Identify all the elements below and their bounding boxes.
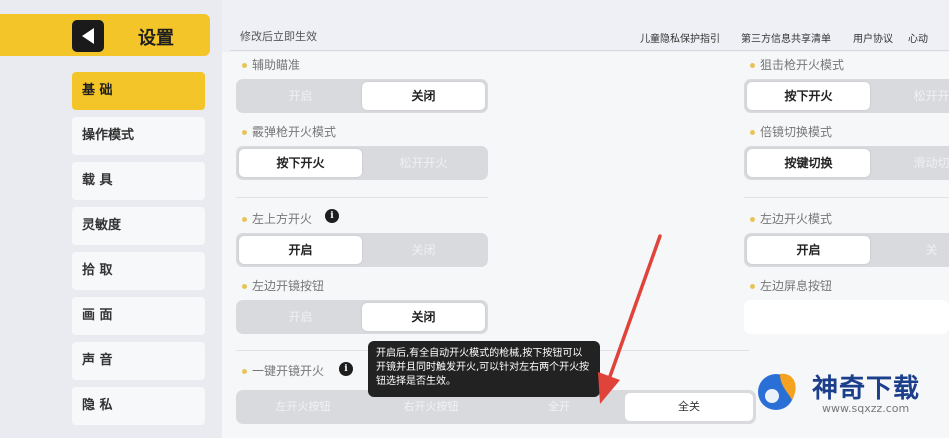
divider bbox=[236, 197, 488, 198]
watermark-title: 神奇下载 bbox=[812, 374, 921, 404]
sidebar-item-graphics[interactable]: 画 面 bbox=[72, 297, 205, 335]
left-top-fire-label: 左上方开火 bbox=[242, 210, 312, 227]
aim-assist-on[interactable]: 开启 bbox=[239, 82, 362, 110]
sniper-fire-label: 狙击枪开火模式 bbox=[750, 56, 844, 73]
watermark-url: www.sqxzz.com bbox=[822, 402, 910, 415]
left-top-fire-label-text: 左上方开火 bbox=[252, 212, 313, 226]
label-dot bbox=[242, 369, 247, 374]
red-arrow-annotation bbox=[598, 234, 662, 404]
sidebar-item-sound[interactable]: 声 音 bbox=[72, 342, 205, 380]
info-icon[interactable]: i bbox=[325, 209, 339, 223]
xd-link[interactable]: 心动 bbox=[908, 30, 928, 45]
info-icon[interactable]: i bbox=[339, 362, 353, 376]
left-hold-breath-label: 左边屏息按钮 bbox=[750, 277, 832, 294]
sniper-release-fire[interactable]: 松开开 bbox=[870, 82, 949, 110]
left-hold-breath-toggle[interactable] bbox=[744, 300, 949, 334]
aim-assist-off[interactable]: 关闭 bbox=[362, 82, 485, 110]
sniper-press-fire[interactable]: 按下开火 bbox=[747, 82, 870, 110]
label-dot bbox=[750, 284, 755, 289]
shotgun-press-fire[interactable]: 按下开火 bbox=[239, 149, 362, 177]
scope-switch-label: 倍镜切换模式 bbox=[750, 123, 832, 140]
user-agreement-link[interactable]: 用户协议 bbox=[853, 30, 893, 45]
sidebar-item-operation-mode[interactable]: 操作模式 bbox=[72, 117, 205, 155]
label-dot bbox=[750, 217, 755, 222]
left-scope-button-toggle: 开启 关闭 bbox=[236, 300, 488, 334]
left-scope-button-label: 左边开镜按钮 bbox=[242, 277, 324, 294]
shotgun-fire-label: 霰弹枪开火模式 bbox=[242, 123, 336, 140]
one-key-scope-fire-label: 一键开镜开火 bbox=[242, 362, 324, 379]
label-dot bbox=[242, 217, 247, 222]
left-scope-button-off[interactable]: 关闭 bbox=[362, 303, 485, 331]
left-hold-breath-label-text: 左边屏息按钮 bbox=[760, 279, 833, 293]
header-divider bbox=[230, 50, 949, 51]
watermark-logo-icon bbox=[758, 373, 796, 410]
label-dot bbox=[242, 130, 247, 135]
aim-assist-label-text: 辅助瞄准 bbox=[252, 58, 301, 72]
scope-switch-slide[interactable]: 滑动切 bbox=[870, 149, 949, 177]
left-fire-mode-on[interactable]: 开启 bbox=[747, 236, 870, 264]
aim-assist-toggle: 开启 关闭 bbox=[236, 79, 488, 113]
back-button[interactable] bbox=[72, 20, 104, 52]
shotgun-fire-toggle: 按下开火 松开开火 bbox=[236, 146, 488, 180]
sidebar-item-pickup[interactable]: 拾 取 bbox=[72, 252, 205, 290]
one-key-right-fire[interactable]: 右开火按钮 bbox=[367, 393, 495, 421]
scope-switch-label-text: 倍镜切换模式 bbox=[760, 125, 833, 139]
third-party-list-link[interactable]: 第三方信息共享清单 bbox=[741, 30, 831, 45]
left-fire-mode-toggle: 开启 关 bbox=[744, 233, 949, 267]
left-top-fire-off[interactable]: 关闭 bbox=[362, 236, 485, 264]
scope-switch-toggle: 按键切换 滑动切 bbox=[744, 146, 949, 180]
sniper-fire-toggle: 按下开火 松开开 bbox=[744, 79, 949, 113]
label-dot bbox=[242, 63, 247, 68]
left-fire-mode-off[interactable]: 关 bbox=[870, 236, 949, 264]
left-top-fire-on[interactable]: 开启 bbox=[239, 236, 362, 264]
one-key-left-fire[interactable]: 左开火按钮 bbox=[239, 393, 367, 421]
sidebar-item-sensitivity[interactable]: 灵敏度 bbox=[72, 207, 205, 245]
shotgun-release-fire[interactable]: 松开开火 bbox=[362, 149, 485, 177]
left-fire-mode-label-text: 左边开火模式 bbox=[760, 212, 833, 226]
sidebar-item-privacy[interactable]: 隐 私 bbox=[72, 387, 205, 425]
label-dot bbox=[750, 63, 755, 68]
apply-notice: 修改后立即生效 bbox=[240, 30, 317, 43]
divider bbox=[744, 197, 949, 198]
sidebar-item-vehicle[interactable]: 载 具 bbox=[72, 162, 205, 200]
page-title: 设置 bbox=[138, 28, 174, 49]
label-dot bbox=[750, 130, 755, 135]
left-fire-mode-label: 左边开火模式 bbox=[750, 210, 832, 227]
sidebar-item-basic[interactable]: 基 础 bbox=[72, 72, 205, 110]
left-scope-button-on[interactable]: 开启 bbox=[239, 303, 362, 331]
left-top-fire-toggle: 开启 关闭 bbox=[236, 233, 488, 267]
child-privacy-link[interactable]: 儿童隐私保护指引 bbox=[640, 30, 720, 45]
left-scope-button-label-text: 左边开镜按钮 bbox=[252, 279, 325, 293]
label-dot bbox=[242, 284, 247, 289]
shotgun-fire-label-text: 霰弹枪开火模式 bbox=[252, 125, 337, 139]
settings-title-bar bbox=[0, 14, 210, 56]
aim-assist-label: 辅助瞄准 bbox=[242, 56, 300, 73]
scope-switch-button[interactable]: 按键切换 bbox=[747, 149, 870, 177]
back-arrow-icon bbox=[82, 28, 94, 44]
sniper-fire-label-text: 狙击枪开火模式 bbox=[760, 58, 845, 72]
one-key-scope-fire-label-text: 一键开镜开火 bbox=[252, 364, 325, 378]
